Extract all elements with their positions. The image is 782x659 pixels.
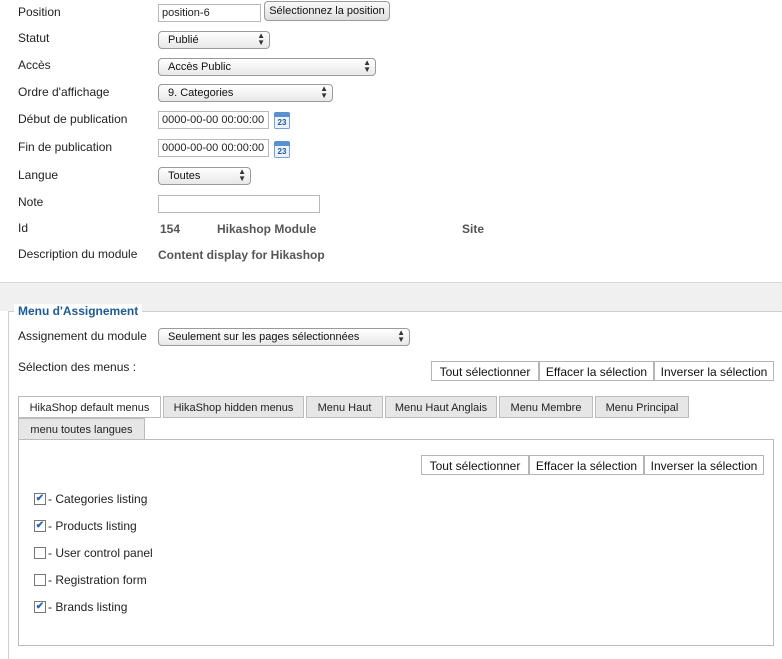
module-type: Hikashop Module xyxy=(217,222,317,236)
calendar-icon[interactable]: 23 xyxy=(274,141,290,158)
note-input[interactable] xyxy=(158,195,320,213)
clear-selection-button[interactable]: Effacer la sélection xyxy=(539,361,654,381)
tab-hikashop-default-menus[interactable]: HikaShop default menus xyxy=(18,396,161,418)
panel-clear-selection-button[interactable]: Effacer la sélection xyxy=(529,455,644,475)
module-assignment-value: Seulement sur les pages sélectionnées xyxy=(168,331,360,343)
select-arrows-icon: ▲ ▼ xyxy=(320,84,328,100)
debut-input[interactable]: 0000-00-00 00:00:00 xyxy=(158,111,269,129)
menu-item-label: - Categories listing xyxy=(48,492,148,506)
position-label: Position xyxy=(18,5,61,19)
acces-select[interactable]: Accès Public ▲ ▼ xyxy=(158,58,376,76)
calendar-icon[interactable]: 23 xyxy=(274,112,290,129)
langue-label: Langue xyxy=(18,168,59,182)
description-value: Content display for Hikashop xyxy=(158,248,325,262)
invert-selection-button[interactable]: Inverser la sélection xyxy=(654,361,774,381)
assignment-legend: Menu d'Assignement xyxy=(14,304,143,318)
ordre-value: 9. Categories xyxy=(168,87,234,99)
ordre-select[interactable]: 9. Categories ▲ ▼ xyxy=(158,84,333,102)
position-input[interactable]: position-6 xyxy=(158,4,261,22)
menu-item-label: - User control panel xyxy=(48,546,153,560)
select-position-button[interactable]: Sélectionnez la position xyxy=(264,1,390,21)
panel-select-all-button[interactable]: Tout sélectionner xyxy=(421,455,529,475)
select-all-button[interactable]: Tout sélectionner xyxy=(431,361,539,381)
select-arrows-icon: ▲ ▼ xyxy=(238,167,246,183)
checkbox-categories-listing[interactable]: ✔ xyxy=(34,493,46,505)
module-assignment-select[interactable]: Seulement sur les pages sélectionnées ▲ ▼ xyxy=(158,328,410,346)
note-label: Note xyxy=(18,195,44,209)
menus-selection-label: Sélection des menus : xyxy=(18,360,137,374)
tab-menu-membre[interactable]: Menu Membre xyxy=(499,396,593,418)
select-arrows-icon: ▲ ▼ xyxy=(363,58,371,74)
langue-value: Toutes xyxy=(168,170,201,182)
module-client: Site xyxy=(462,222,485,236)
tab-menu-haut-anglais[interactable]: Menu Haut Anglais xyxy=(385,396,497,418)
acces-label: Accès xyxy=(18,58,51,72)
langue-select[interactable]: Toutes ▲ ▼ xyxy=(158,167,251,185)
tab-menu-haut[interactable]: Menu Haut xyxy=(306,396,383,418)
tab-hikashop-hidden-menus[interactable]: HikaShop hidden menus xyxy=(163,396,304,418)
module-assignment-label: Assignement du module xyxy=(18,329,147,343)
select-arrows-icon: ▲ ▼ xyxy=(397,328,405,344)
acces-value: Accès Public xyxy=(168,61,231,73)
tab-menu-principal[interactable]: Menu Principal xyxy=(595,396,689,418)
menu-item-label: - Registration form xyxy=(48,573,147,587)
ordre-label: Ordre d'affichage xyxy=(18,85,110,99)
checkbox-user-control-panel[interactable] xyxy=(34,547,46,559)
fin-input[interactable]: 0000-00-00 00:00:00 xyxy=(158,139,269,157)
statut-label: Statut xyxy=(18,31,50,45)
select-arrows-icon: ▲ ▼ xyxy=(257,31,265,47)
id-label: Id xyxy=(18,221,29,235)
checkbox-brands-listing[interactable]: ✔ xyxy=(34,601,46,613)
fin-label: Fin de publication xyxy=(18,140,113,154)
tab-menu-toutes-langues[interactable]: menu toutes langues xyxy=(18,418,145,440)
debut-label: Début de publication xyxy=(18,112,128,126)
statut-value: Publié xyxy=(168,34,199,46)
statut-select[interactable]: Publié ▲ ▼ xyxy=(158,31,270,49)
menu-item-label: - Products listing xyxy=(48,519,137,533)
checkbox-registration-form[interactable] xyxy=(34,574,46,586)
id-value: 154 xyxy=(160,222,181,236)
checkbox-products-listing[interactable]: ✔ xyxy=(34,520,46,532)
description-label: Description du module xyxy=(18,247,138,261)
menu-item-label: - Brands listing xyxy=(48,600,128,614)
panel-invert-selection-button[interactable]: Inverser la sélection xyxy=(644,455,764,475)
